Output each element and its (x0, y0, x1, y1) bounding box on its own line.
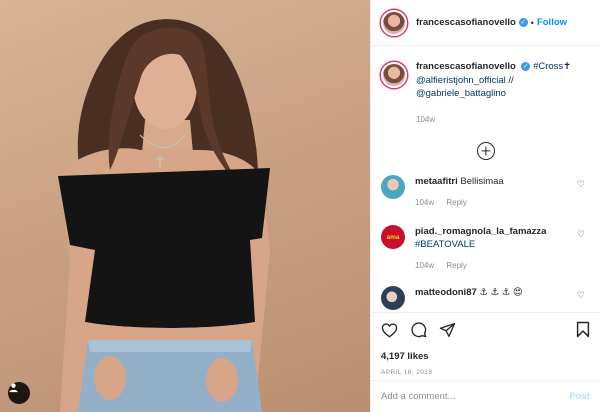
comment-item: matteodoni87 ⚓ ⚓ ⚓ 😍 ♡ (381, 286, 591, 310)
heart-icon[interactable]: ♡ (577, 229, 585, 240)
comment-time[interactable]: 104w (415, 198, 434, 207)
comment-text: Bellisimaa (460, 176, 504, 187)
author-username[interactable]: francescasofianovello (416, 17, 516, 28)
user-tag-icon[interactable] (8, 382, 30, 404)
author-avatar[interactable] (381, 9, 407, 36)
reply-button[interactable]: Reply (446, 261, 466, 270)
post-photo-illustration (58, 19, 270, 412)
load-more-comments[interactable] (371, 142, 600, 160)
comment-composer: Post (371, 380, 600, 412)
post-date[interactable]: APRIL 18, 2018 (381, 369, 590, 376)
caption-hashtag[interactable]: #Cross (533, 61, 563, 72)
comment-hashtag[interactable]: #BEATOVALE (415, 238, 565, 251)
comment-item: ama piad._romagnola_la_famazza #BEATOVAL… (381, 225, 591, 272)
caption-avatar[interactable] (381, 62, 407, 88)
share-paper-plane-icon[interactable] (439, 322, 456, 343)
post-side-panel: francescasofianovello ✓ • Follow frances… (370, 0, 600, 412)
comment-time[interactable]: 104w (415, 261, 434, 270)
comment-text: ⚓ ⚓ ⚓ 😍 (479, 287, 523, 298)
comment-username[interactable]: piad._romagnola_la_famazza (415, 226, 546, 237)
commenter-avatar[interactable] (381, 175, 405, 199)
comment-bubble-icon[interactable] (410, 321, 427, 343)
caption-separator: // (505, 74, 514, 86)
comment-item: metaafitri Bellisimaa 104w Reply ♡ (381, 175, 591, 209)
caption-mention[interactable]: @alfieristjohn_official (416, 75, 506, 86)
like-heart-icon[interactable] (381, 322, 398, 343)
post-comment-button[interactable]: Post (569, 391, 590, 402)
comment-input[interactable] (381, 391, 570, 402)
header-separator: • (530, 17, 534, 28)
follow-button[interactable]: Follow (537, 17, 567, 28)
post-photo[interactable] (0, 0, 370, 412)
reply-button[interactable]: Reply (446, 198, 466, 207)
verified-badge-icon: ✓ (521, 61, 531, 71)
cross-emoji: ✝ (563, 61, 572, 72)
caption-time[interactable]: 104w (416, 113, 571, 127)
post-actions: 4,197 likes APRIL 18, 2018 (371, 312, 600, 376)
comment-username[interactable]: matteodoni87 (415, 287, 477, 298)
commenter-avatar[interactable] (381, 286, 405, 310)
caption-mention[interactable]: @gabriele_battaglino (416, 88, 506, 99)
comment-username[interactable]: metaafitri (415, 176, 458, 187)
plus-circle-icon[interactable] (476, 142, 495, 160)
post-caption: francescasofianovello ✓ #Cross✝ @alfieri… (371, 46, 600, 126)
heart-icon[interactable]: ♡ (577, 179, 585, 190)
likes-count[interactable]: 4,197 likes (381, 351, 590, 362)
verified-badge-icon: ✓ (518, 18, 528, 27)
bookmark-icon[interactable] (576, 321, 590, 343)
commenter-avatar[interactable]: ama (381, 225, 405, 249)
post-header: francescasofianovello ✓ • Follow (371, 0, 600, 46)
caption-username[interactable]: francescasofianovello (416, 61, 516, 72)
heart-icon[interactable]: ♡ (577, 290, 585, 301)
